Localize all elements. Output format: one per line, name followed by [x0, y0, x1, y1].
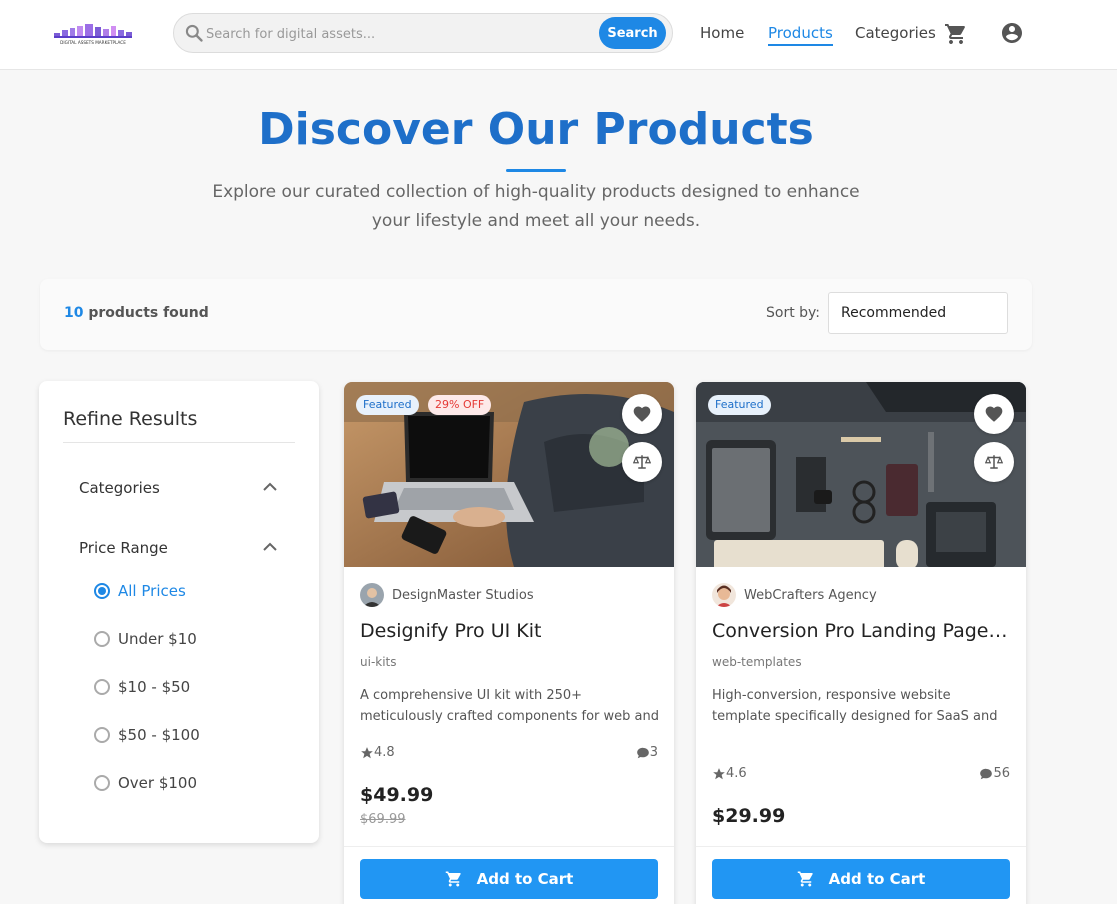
- product-category: ui-kits: [360, 655, 397, 669]
- star-icon: [361, 746, 373, 758]
- scale-icon: [985, 455, 1003, 469]
- product-card[interactable]: Featured 29% OFF DesignMaster Studios De…: [344, 382, 674, 904]
- radio[interactable]: [94, 727, 110, 743]
- seller-avatar: [712, 583, 736, 607]
- card-divider: [696, 846, 1026, 847]
- cart-icon: [797, 871, 813, 887]
- radio[interactable]: [94, 679, 110, 695]
- price-option-label: All Prices: [118, 582, 186, 600]
- sidebar-divider: [63, 442, 295, 443]
- product-description: High-conversion, responsive website temp…: [712, 688, 998, 724]
- product-price: $49.99: [360, 784, 434, 806]
- price-option-label: $10 - $50: [118, 678, 191, 696]
- nav-categories[interactable]: Categories: [855, 24, 936, 42]
- price-option-50-100[interactable]: $50 - $100: [94, 725, 200, 745]
- seller-name: DesignMaster Studios: [392, 587, 534, 603]
- cart-icon: [445, 871, 461, 887]
- scale-icon: [633, 455, 651, 469]
- radio-checked[interactable]: [94, 583, 110, 599]
- product-title[interactable]: Conversion Pro Landing Page T...: [712, 620, 1012, 642]
- star-icon: [713, 767, 725, 779]
- seller-info[interactable]: WebCrafters Agency: [712, 583, 877, 607]
- product-card[interactable]: Featured WebCrafters Agency Conversion P…: [696, 382, 1026, 904]
- price-filter-header[interactable]: Price Range: [79, 539, 168, 557]
- product-price: $29.99: [712, 805, 786, 827]
- product-rating: 4.6: [712, 766, 747, 781]
- price-option-label: Under $10: [118, 630, 197, 648]
- search-icon: [185, 24, 203, 42]
- account-icon[interactable]: [1000, 21, 1024, 45]
- sort-label: Sort by:: [766, 305, 821, 321]
- page-title: Discover Our Products: [258, 104, 814, 155]
- results-count: 10 products found: [64, 305, 209, 321]
- filter-sidebar: Refine Results Categories Price Range Al…: [39, 381, 319, 843]
- add-to-cart-label: Add to Cart: [476, 870, 574, 888]
- categories-filter-header[interactable]: Categories: [79, 479, 160, 497]
- chevron-up-icon[interactable]: [262, 479, 278, 495]
- product-reviews: 56: [979, 766, 1010, 781]
- top-header: DIGITAL ASSETS MARKETPLACE Search Home P…: [0, 0, 1117, 70]
- search-button[interactable]: Search: [599, 17, 666, 49]
- results-bar: 10 products found Sort by: Recommended: [40, 279, 1032, 350]
- card-divider: [344, 846, 674, 847]
- chevron-up-icon[interactable]: [262, 539, 278, 555]
- discount-badge: 29% OFF: [428, 395, 492, 415]
- title-underline: [506, 169, 566, 172]
- sort-select[interactable]: Recommended: [828, 292, 1008, 334]
- compare-button[interactable]: [622, 442, 662, 482]
- price-option-label: Over $100: [118, 774, 198, 792]
- review-count: 3: [649, 745, 658, 760]
- price-option-10-50[interactable]: $10 - $50: [94, 677, 190, 697]
- rating-value: 4.8: [374, 745, 395, 760]
- seller-avatar: [360, 583, 384, 607]
- add-to-cart-button[interactable]: Add to Cart: [360, 859, 658, 899]
- search-input[interactable]: [206, 22, 596, 46]
- product-old-price: $69.99: [360, 812, 406, 827]
- compare-button[interactable]: [974, 442, 1014, 482]
- price-option-under-10[interactable]: Under $10: [94, 629, 197, 649]
- results-count-number: 10: [64, 305, 84, 321]
- featured-badge: Featured: [356, 395, 419, 415]
- logo-text: DIGITAL ASSETS MARKETPLACE: [60, 40, 126, 45]
- price-option-all[interactable]: All Prices: [94, 581, 186, 601]
- product-reviews: 3: [636, 745, 658, 760]
- add-to-cart-button[interactable]: Add to Cart: [712, 859, 1010, 899]
- price-option-label: $50 - $100: [118, 726, 200, 744]
- product-title[interactable]: Designify Pro UI Kit: [360, 620, 660, 642]
- cart-icon[interactable]: [944, 22, 968, 46]
- comment-icon: [636, 747, 649, 758]
- nav-home[interactable]: Home: [700, 24, 744, 42]
- add-to-cart-label: Add to Cart: [828, 870, 926, 888]
- product-rating: 4.8: [360, 745, 395, 760]
- favorite-button[interactable]: [622, 394, 662, 434]
- featured-badge: Featured: [708, 395, 771, 415]
- price-option-over-100[interactable]: Over $100: [94, 773, 197, 793]
- search-bar: Search: [173, 13, 673, 53]
- seller-info[interactable]: DesignMaster Studios: [360, 583, 534, 607]
- seller-name: WebCrafters Agency: [744, 587, 877, 603]
- heart-icon: [633, 406, 651, 422]
- comment-icon: [980, 768, 993, 779]
- rating-value: 4.6: [726, 766, 747, 781]
- product-description: A comprehensive UI kit with 250+ meticul…: [360, 688, 659, 724]
- review-count: 56: [993, 766, 1010, 781]
- heart-icon: [985, 406, 1003, 422]
- product-category: web-templates: [712, 655, 802, 669]
- nav-products[interactable]: Products: [768, 24, 833, 46]
- page-subtitle: Explore our curated collection of high-q…: [212, 182, 860, 231]
- sidebar-title: Refine Results: [63, 408, 198, 430]
- marketplace-logo[interactable]: DIGITAL ASSETS MARKETPLACE: [52, 22, 136, 46]
- results-count-suffix: products found: [83, 305, 209, 321]
- favorite-button[interactable]: [974, 394, 1014, 434]
- radio[interactable]: [94, 631, 110, 647]
- radio[interactable]: [94, 775, 110, 791]
